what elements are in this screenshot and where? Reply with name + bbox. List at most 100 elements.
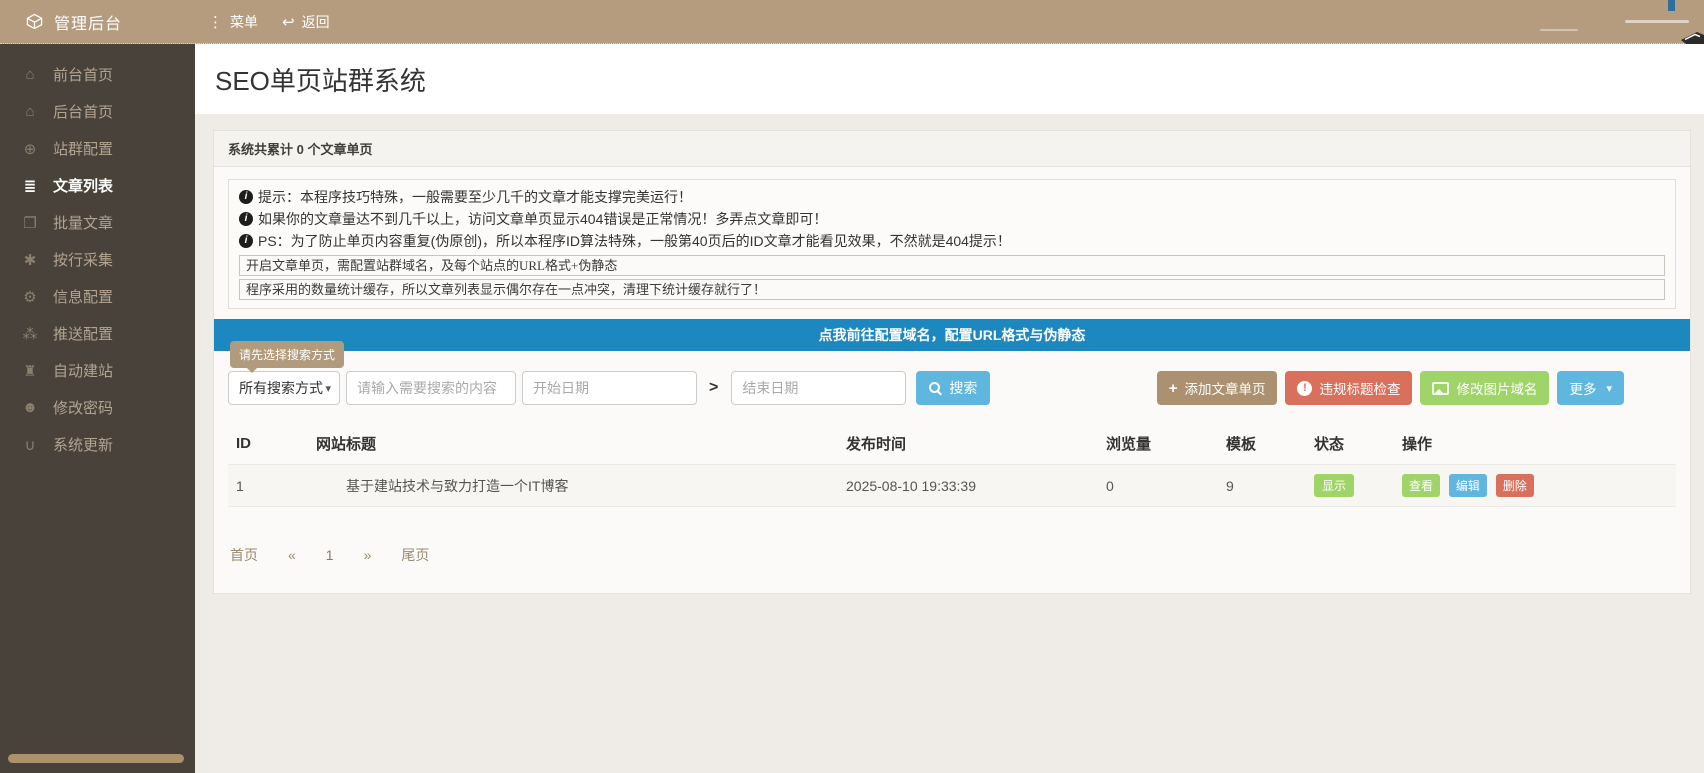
content-area: 系统共累计 0 个文章单页 i 提示：本程序技巧特殊，一般需要至少几千的文章才能…: [195, 114, 1704, 594]
sidebar-item-cluster-config[interactable]: ⊕ 站群配置: [0, 130, 195, 167]
sidebar-item-push-config[interactable]: ⁂ 推送配置: [0, 315, 195, 352]
magnet-icon: ∪: [20, 436, 40, 454]
cell-id: 1: [228, 465, 308, 507]
artifact-scribble: [1540, 29, 1578, 31]
sidebar-item-change-password[interactable]: ☻ 修改密码: [0, 389, 195, 426]
sidebar: ⌂ 前台首页 ⌂ 后台首页 ⊕ 站群配置 ≣ 文章列表 ❐ 批量文章 ✱ 按行采…: [0, 44, 195, 773]
title-check-label: 违规标题检查: [1319, 378, 1400, 398]
modify-image-domain-button[interactable]: 修改图片域名: [1420, 371, 1549, 405]
cell-title: 基于建站技术与致力打造一个IT博客: [308, 465, 838, 507]
caret-down-icon: ▾: [1606, 382, 1612, 395]
back-arrow-icon: ↩: [282, 13, 295, 31]
user-icon: ☻: [20, 399, 40, 416]
mouse-cursor-icon: [1680, 30, 1704, 49]
pagination-next[interactable]: »: [364, 547, 372, 563]
notice-line: i 提示：本程序技巧特殊，一般需要至少几千的文章才能支撑完美运行！: [239, 186, 1665, 208]
cell-status: 显示: [1306, 465, 1394, 507]
sidebar-item-article-list[interactable]: ≣ 文章列表: [0, 167, 195, 204]
main-content: SEO单页站群系统 系统共累计 0 个文章单页 i 提示：本程序技巧特殊，一般需…: [195, 44, 1704, 773]
sidebar-scrollbar[interactable]: [8, 754, 184, 763]
col-status: 状态: [1306, 423, 1394, 465]
pagination-last[interactable]: 尾页: [401, 545, 429, 565]
chevron-right-icon: >: [709, 379, 718, 397]
cell-operations: 查看 编辑 删除: [1394, 465, 1676, 507]
sidebar-item-label: 推送配置: [53, 323, 113, 344]
users-icon: ⁂: [20, 325, 40, 343]
table-row: 1 基于建站技术与致力打造一个IT博客 2025-08-10 19:33:39 …: [228, 465, 1676, 507]
list-icon: ≣: [20, 177, 40, 195]
info-circle-icon: i: [239, 234, 253, 248]
page-title-band: SEO单页站群系统: [195, 44, 1704, 114]
search-toolbar: 请先选择搜索方式 所有搜索方式 ▾ > 搜索 +: [228, 371, 1676, 405]
col-title: 网站标题: [308, 423, 838, 465]
notice-line: i 如果你的文章量达不到几千以上，访问文章单页显示404错误是正常情况！多弄点文…: [239, 208, 1665, 230]
info-circle-icon: i: [239, 190, 253, 204]
back-button-label: 返回: [302, 12, 330, 32]
vertical-dots-icon: ⋮: [208, 13, 223, 31]
start-date-input[interactable]: [522, 371, 697, 405]
sidebar-item-line-collect[interactable]: ✱ 按行采集: [0, 241, 195, 278]
add-article-button[interactable]: + 添加文章单页: [1157, 371, 1278, 405]
artifact-blue-speck: [1668, 0, 1675, 11]
back-button[interactable]: ↩ 返回: [282, 12, 330, 32]
article-table: ID 网站标题 发布时间 浏览量 模板 状态 操作 1 基于建站技术与致力打造一: [228, 423, 1676, 507]
menu-toggle[interactable]: ⋮ 菜单: [208, 12, 258, 32]
search-keyword-input[interactable]: [346, 371, 516, 405]
sidebar-item-front-home[interactable]: ⌂ 前台首页: [0, 56, 195, 93]
pagination-page-1[interactable]: 1: [326, 547, 334, 563]
more-dropdown-button[interactable]: 更多 ▾: [1557, 371, 1624, 405]
exclamation-circle-icon: !: [1297, 381, 1312, 396]
search-button-label: 搜索: [949, 378, 977, 398]
home-icon: ⌂: [20, 66, 40, 83]
search-icon: [929, 382, 942, 395]
pagination-prev[interactable]: «: [288, 547, 296, 563]
note-line: 程序采用的数量统计缓存，所以文章列表显示偶尔存在一点冲突，清理下统计缓存就行了！: [239, 279, 1665, 300]
chevron-down-icon: ▾: [325, 382, 331, 395]
col-publish-time: 发布时间: [838, 423, 1098, 465]
edit-button[interactable]: 编辑: [1449, 474, 1487, 497]
notice-text: 提示：本程序技巧特殊，一般需要至少几千的文章才能支撑完美运行！: [258, 186, 692, 208]
pagination-first[interactable]: 首页: [230, 545, 258, 565]
sidebar-item-label: 批量文章: [53, 212, 113, 233]
panel-body: i 提示：本程序技巧特殊，一般需要至少几千的文章才能支撑完美运行！ i 如果你的…: [214, 167, 1690, 593]
sidebar-item-label: 后台首页: [53, 101, 113, 122]
sidebar-item-admin-home[interactable]: ⌂ 后台首页: [0, 93, 195, 130]
notice-line: i PS：为了防止单页内容重复(伪原创)，所以本程序ID算法特殊，一般第40页后…: [239, 230, 1665, 252]
sidebar-menu: ⌂ 前台首页 ⌂ 后台首页 ⊕ 站群配置 ≣ 文章列表 ❐ 批量文章 ✱ 按行采…: [0, 44, 195, 463]
search-button[interactable]: 搜索: [916, 371, 990, 405]
cube-logo-icon: [26, 13, 43, 30]
sidebar-item-auto-build[interactable]: ♜ 自动建站: [0, 352, 195, 389]
status-badge[interactable]: 显示: [1314, 474, 1354, 497]
sidebar-item-batch-articles[interactable]: ❐ 批量文章: [0, 204, 195, 241]
sidebar-item-system-update[interactable]: ∪ 系统更新: [0, 426, 195, 463]
col-template: 模板: [1218, 423, 1306, 465]
notice-box: i 提示：本程序技巧特殊，一般需要至少几千的文章才能支撑完美运行！ i 如果你的…: [228, 179, 1676, 309]
globe-icon: ⊕: [20, 140, 40, 158]
more-label: 更多: [1569, 378, 1596, 398]
search-method-select[interactable]: 所有搜索方式 ▾: [228, 371, 340, 405]
brand-title: 管理后台: [54, 10, 122, 34]
end-date-input[interactable]: [731, 371, 906, 405]
title-check-button[interactable]: ! 违规标题检查: [1285, 371, 1412, 405]
page-title: SEO单页站群系统: [215, 61, 426, 98]
notice-text: 如果你的文章量达不到几千以上，访问文章单页显示404错误是正常情况！多弄点文章即…: [258, 208, 827, 230]
pagination: 首页 « 1 » 尾页: [228, 545, 1676, 565]
delete-button[interactable]: 删除: [1496, 474, 1534, 497]
bank-icon: ♜: [20, 362, 40, 380]
view-button[interactable]: 查看: [1402, 474, 1440, 497]
action-buttons: + 添加文章单页 ! 违规标题检查 修改图片域名 更多: [1157, 371, 1624, 405]
col-views: 浏览量: [1098, 423, 1218, 465]
gear-icon: ⚙: [20, 288, 40, 306]
top-nav: ⋮ 菜单 ↩ 返回: [195, 12, 330, 32]
cell-publish-time: 2025-08-10 19:33:39: [838, 465, 1098, 507]
sidebar-item-label: 前台首页: [53, 64, 113, 85]
search-method-tooltip: 请先选择搜索方式: [230, 341, 344, 368]
home-icon: ⌂: [20, 103, 40, 120]
cell-views: 0: [1098, 465, 1218, 507]
brand[interactable]: 管理后台: [0, 10, 195, 34]
config-domain-banner[interactable]: 点我前往配置域名，配置URL格式与伪静态: [214, 319, 1690, 351]
sidebar-item-label: 系统更新: [53, 434, 113, 455]
menu-toggle-label: 菜单: [230, 12, 258, 32]
sidebar-item-label: 站群配置: [53, 138, 113, 159]
sidebar-item-info-config[interactable]: ⚙ 信息配置: [0, 278, 195, 315]
